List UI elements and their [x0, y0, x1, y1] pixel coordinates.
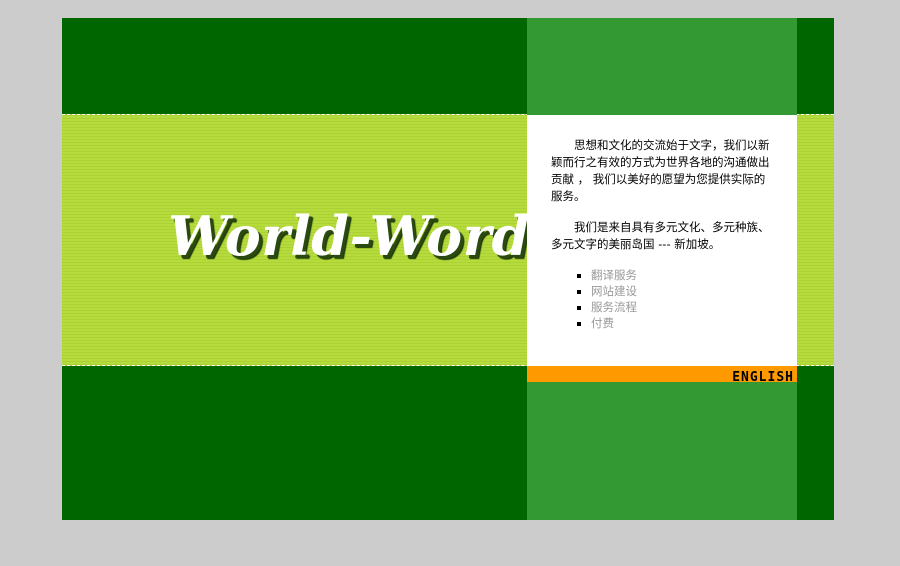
- nav-link-web-building[interactable]: 网站建设: [591, 284, 637, 298]
- english-link[interactable]: ENGLISH: [732, 370, 794, 385]
- nav-link-translation[interactable]: 翻译服务: [591, 268, 637, 282]
- nav-list: 翻译服务 网站建设 服务流程 付费: [551, 267, 771, 331]
- nav-link-payment[interactable]: 付费: [591, 316, 614, 330]
- intro-paragraph-1: 思想和文化的交流始于文字，我们以新颖而行之有效的方式为世界各地的沟通做出贡献 ，…: [551, 138, 770, 203]
- nav-item-service-process: 服务流程: [591, 299, 771, 315]
- page-frame: World-Word 思想和文化的交流始于文字，我们以新颖而行之有效的方式为世界…: [62, 18, 834, 520]
- intro-paragraph-2: 我们是来自具有多元文化、多元种族、多元文字的美丽岛国 --- 新加坡。: [551, 220, 770, 251]
- site-logo: World-Word: [168, 204, 530, 268]
- nav-link-service-process[interactable]: 服务流程: [591, 300, 637, 314]
- intro-panel: 思想和文化的交流始于文字，我们以新颖而行之有效的方式为世界各地的沟通做出贡献 ，…: [527, 115, 797, 366]
- language-bar: ENGLISH: [527, 366, 797, 385]
- nav-item-payment: 付费: [591, 315, 771, 331]
- nav-item-web-building: 网站建设: [591, 283, 771, 299]
- nav-item-translation: 翻译服务: [591, 267, 771, 283]
